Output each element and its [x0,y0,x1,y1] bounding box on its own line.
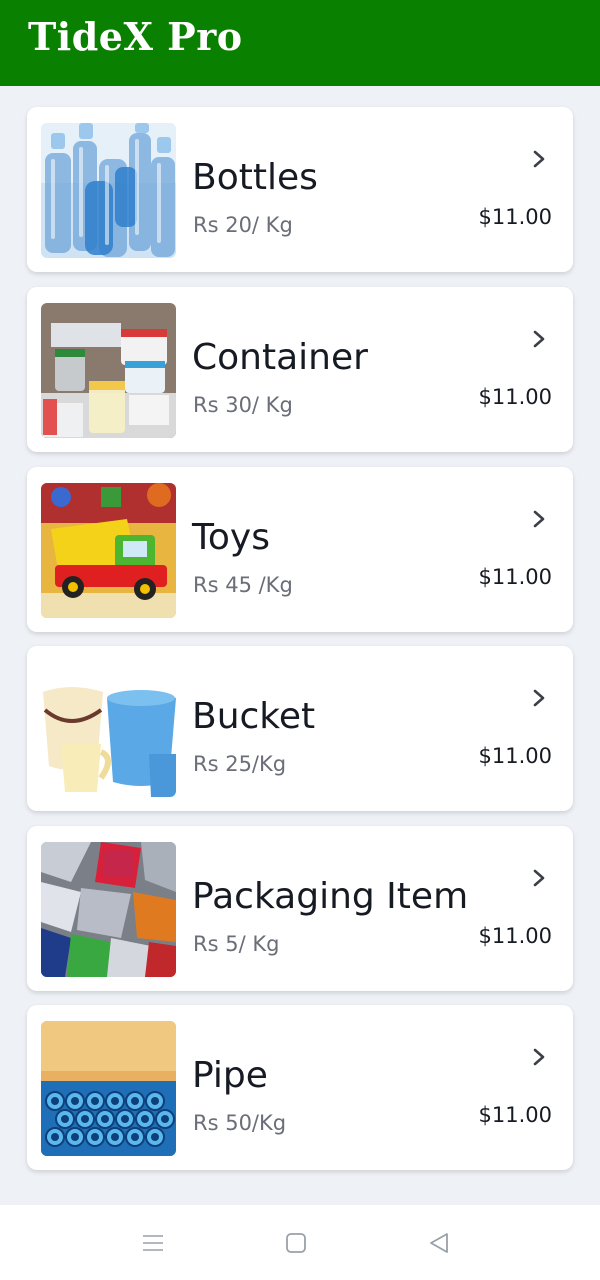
product-card-bucket[interactable]: Bucket Rs 25/Kg $11.00 [27,646,573,811]
product-name: Packaging Item [192,876,469,917]
bottles-image [41,123,176,258]
product-rate: Rs 5/ Kg [193,932,280,956]
product-price: $11.00 [478,744,552,768]
app-header: TideX Pro [0,0,600,86]
container-image [41,303,176,438]
menu-icon[interactable] [141,1231,165,1255]
product-name: Toys [192,517,270,558]
product-price: $11.00 [478,385,552,409]
chevron-right-icon[interactable] [529,509,549,529]
toys-image [41,483,176,618]
product-card-packaging-item[interactable]: Packaging Item Rs 5/ Kg $11.00 [27,826,573,991]
product-name: Container [192,337,368,378]
product-price: $11.00 [478,565,552,589]
product-card-bottles[interactable]: Bottles Rs 20/ Kg $11.00 [27,107,573,272]
product-price: $11.00 [478,1103,552,1127]
packaging-item-image [41,842,176,977]
product-rate: Rs 30/ Kg [193,393,293,417]
product-rate: Rs 50/Kg [193,1111,287,1135]
product-rate: Rs 45 /Kg [193,573,293,597]
chevron-right-icon[interactable] [529,1047,549,1067]
chevron-right-icon[interactable] [529,329,549,349]
product-name: Pipe [192,1055,268,1096]
product-price: $11.00 [478,205,552,229]
bucket-image [41,662,176,797]
chevron-right-icon[interactable] [529,688,549,708]
chevron-right-icon[interactable] [529,149,549,169]
product-name: Bottles [192,157,318,198]
product-card-container[interactable]: Container Rs 30/ Kg $11.00 [27,287,573,452]
product-rate: Rs 20/ Kg [193,213,293,237]
product-price: $11.00 [478,924,552,948]
product-name: Bucket [192,696,316,737]
product-rate: Rs 25/Kg [193,752,287,776]
home-square-icon[interactable] [284,1231,308,1255]
pipe-image [41,1021,176,1156]
product-card-pipe[interactable]: Pipe Rs 50/Kg $11.00 [27,1005,573,1170]
system-navigation-bar [0,1205,600,1280]
back-triangle-icon[interactable] [427,1231,451,1255]
chevron-right-icon[interactable] [529,868,549,888]
app-title: TideX Pro [28,14,243,59]
product-card-toys[interactable]: Toys Rs 45 /Kg $11.00 [27,467,573,632]
